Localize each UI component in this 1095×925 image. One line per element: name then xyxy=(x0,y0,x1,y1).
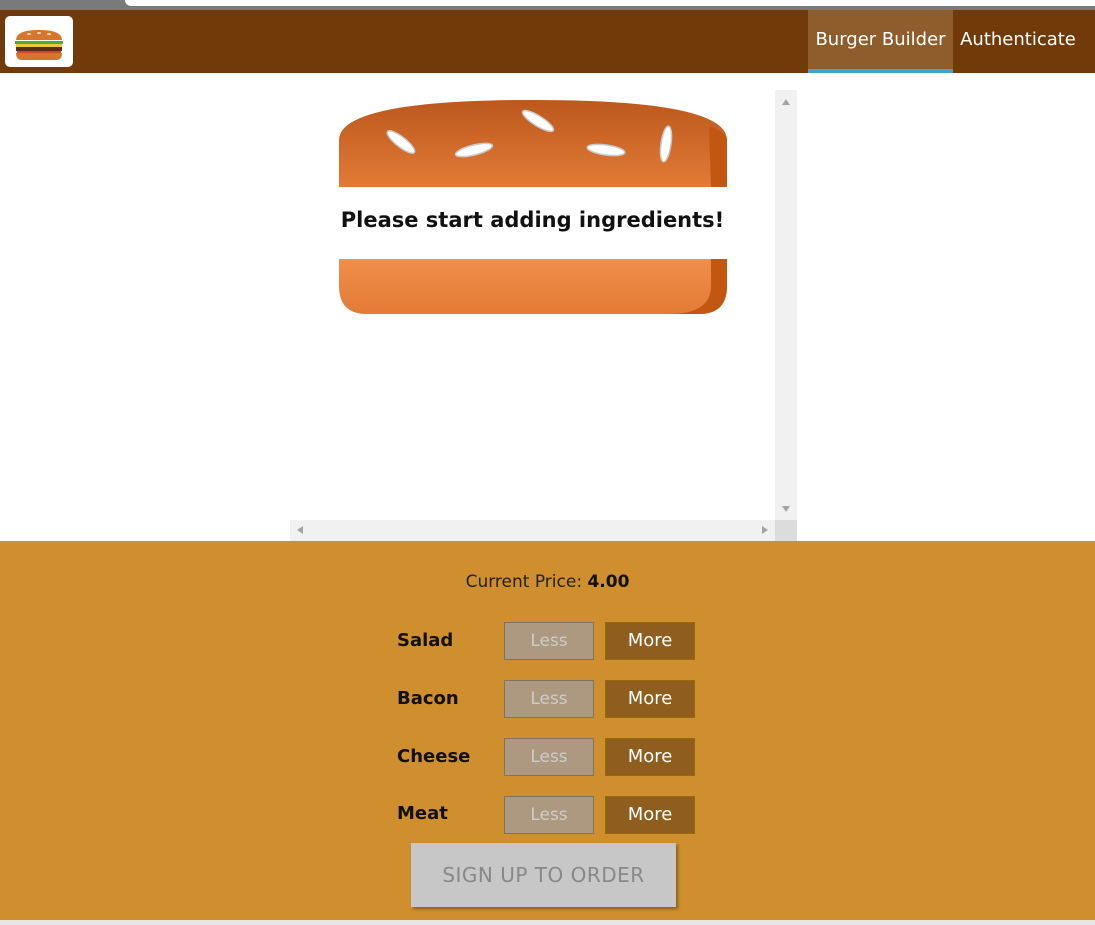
cheese-more-button[interactable]: More xyxy=(605,738,695,776)
vertical-scrollbar[interactable] xyxy=(775,90,797,520)
salad-more-button[interactable]: More xyxy=(605,622,695,660)
bread-top xyxy=(339,100,727,187)
empty-burger-message: Please start adding ingredients! xyxy=(340,208,725,232)
burger-logo-icon[interactable] xyxy=(5,16,73,67)
scroll-right-arrow-icon[interactable] xyxy=(762,526,768,534)
bacon-more-button[interactable]: More xyxy=(605,680,695,718)
current-price: Current Price: 4.00 xyxy=(0,572,1095,592)
nav-item-authenticate[interactable]: Authenticate xyxy=(953,10,1083,73)
scroll-left-arrow-icon[interactable] xyxy=(297,526,303,534)
browser-top-strip xyxy=(0,0,1095,10)
ingredient-label-cheese: Cheese xyxy=(397,746,471,767)
scroll-down-arrow-icon[interactable] xyxy=(782,506,790,512)
horizontal-scrollbar[interactable] xyxy=(290,520,775,541)
cheese-less-button[interactable]: Less xyxy=(504,738,594,776)
price-label: Current Price: xyxy=(465,572,583,592)
meat-more-button[interactable]: More xyxy=(605,796,695,834)
bottom-border xyxy=(0,920,1095,925)
meat-less-button[interactable]: Less xyxy=(504,796,594,834)
scrollbar-corner xyxy=(775,520,797,541)
toolbar: Burger Builder Authenticate xyxy=(0,10,1095,73)
bread-bottom xyxy=(339,259,727,314)
scroll-up-arrow-icon[interactable] xyxy=(782,99,790,105)
price-value: 4.00 xyxy=(587,572,630,592)
nav-item-burger-builder[interactable]: Burger Builder xyxy=(808,10,953,73)
browser-tab-edge xyxy=(125,0,1095,6)
ingredient-label-meat: Meat xyxy=(397,803,448,824)
sign-up-to-order-button[interactable]: SIGN UP TO ORDER xyxy=(411,843,676,907)
salad-less-button[interactable]: Less xyxy=(504,622,594,660)
ingredient-label-bacon: Bacon xyxy=(397,688,459,709)
bacon-less-button[interactable]: Less xyxy=(504,680,594,718)
ingredient-label-salad: Salad xyxy=(397,630,454,651)
